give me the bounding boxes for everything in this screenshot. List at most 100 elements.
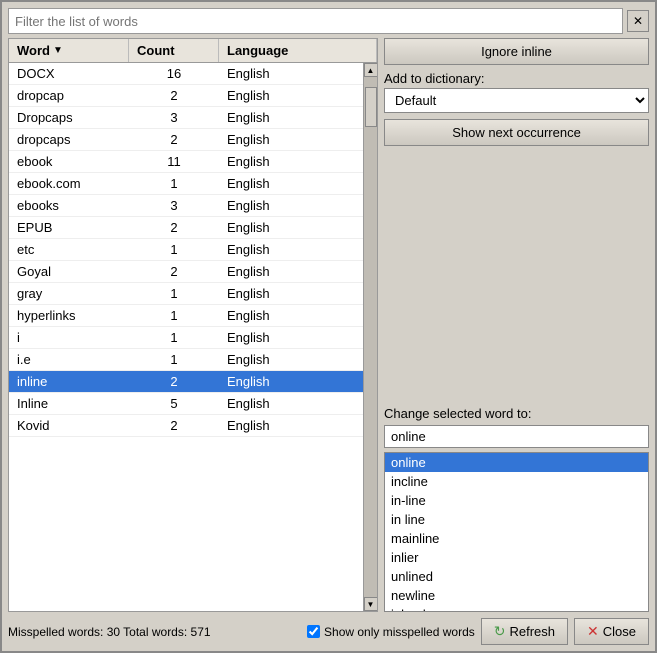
th-language[interactable]: Language (219, 39, 377, 62)
table-row[interactable]: dropcap 2 English (9, 85, 363, 107)
scrollbar[interactable]: ▲ ▼ (363, 63, 377, 611)
cell-word: ebook (9, 151, 129, 172)
cell-language: English (219, 195, 363, 216)
cell-count: 3 (129, 107, 219, 128)
cell-word: gray (9, 283, 129, 304)
table-row[interactable]: Inline 5 English (9, 393, 363, 415)
change-word-input[interactable] (384, 425, 649, 448)
cell-word: i (9, 327, 129, 348)
close-icon: ✕ (587, 623, 599, 640)
table-row[interactable]: dropcaps 2 English (9, 129, 363, 151)
cell-word: dropcap (9, 85, 129, 106)
cell-word: Kovid (9, 415, 129, 436)
add-to-dict-label: Add to dictionary: (384, 71, 649, 86)
show-next-occurrence-button[interactable]: Show next occurrence (384, 119, 649, 146)
table-row[interactable]: ebook 11 English (9, 151, 363, 173)
scroll-up-button[interactable]: ▲ (364, 63, 378, 77)
cell-language: English (219, 283, 363, 304)
cell-language: English (219, 371, 363, 392)
table-row[interactable]: i.e 1 English (9, 349, 363, 371)
filter-bar: ✕ (8, 8, 649, 34)
cell-word: dropcaps (9, 129, 129, 150)
cell-word: inline (9, 371, 129, 392)
cell-language: English (219, 327, 363, 348)
main-area: Word ▼ Count Language DOCX 16 English dr… (8, 38, 649, 612)
cell-count: 11 (129, 151, 219, 172)
suggestion-item[interactable]: newline (385, 586, 648, 605)
cell-count: 1 (129, 283, 219, 304)
cell-count: 2 (129, 261, 219, 282)
cell-word: Inline (9, 393, 129, 414)
cell-language: English (219, 415, 363, 436)
cell-count: 2 (129, 217, 219, 238)
cell-count: 1 (129, 305, 219, 326)
cell-language: English (219, 63, 363, 84)
cell-word: hyperlinks (9, 305, 129, 326)
cell-word: DOCX (9, 63, 129, 84)
scroll-down-button[interactable]: ▼ (364, 597, 378, 611)
suggestion-item[interactable]: incline (385, 472, 648, 491)
clear-filter-button[interactable]: ✕ (627, 10, 649, 32)
cell-language: English (219, 173, 363, 194)
filter-input[interactable] (8, 8, 623, 34)
cell-word: Dropcaps (9, 107, 129, 128)
suggestion-item[interactable]: mainline (385, 529, 648, 548)
cell-word: ebook.com (9, 173, 129, 194)
close-button[interactable]: ✕ Close (574, 618, 649, 645)
table-body[interactable]: DOCX 16 English dropcap 2 English Dropca… (9, 63, 363, 611)
cell-language: English (219, 349, 363, 370)
table-row[interactable]: Dropcaps 3 English (9, 107, 363, 129)
cell-count: 1 (129, 239, 219, 260)
scroll-track[interactable] (364, 77, 378, 597)
cell-word: i.e (9, 349, 129, 370)
refresh-icon: ↻ (494, 623, 506, 640)
th-count[interactable]: Count (129, 39, 219, 62)
suggestion-item[interactable]: inlier (385, 548, 648, 567)
table-row[interactable]: DOCX 16 English (9, 63, 363, 85)
show-misspelled-checkbox[interactable] (307, 625, 320, 638)
table-row[interactable]: inline 2 English (9, 371, 363, 393)
ignore-inline-button[interactable]: Ignore inline (384, 38, 649, 65)
suggestion-item[interactable]: unlined (385, 567, 648, 586)
table-row[interactable]: hyperlinks 1 English (9, 305, 363, 327)
table-row[interactable]: i 1 English (9, 327, 363, 349)
table-row[interactable]: ebooks 3 English (9, 195, 363, 217)
cell-count: 1 (129, 327, 219, 348)
table-scroll-area: DOCX 16 English dropcap 2 English Dropca… (9, 63, 377, 611)
cell-language: English (219, 261, 363, 282)
suggestions-list[interactable]: onlineinclinein-linein linemainlineinlie… (384, 452, 649, 612)
table-row[interactable]: Kovid 2 English (9, 415, 363, 437)
suggestion-item[interactable]: in-line (385, 491, 648, 510)
cell-language: English (219, 151, 363, 172)
table-row[interactable]: ebook.com 1 English (9, 173, 363, 195)
change-label: Change selected word to: (384, 406, 649, 421)
th-word[interactable]: Word ▼ (9, 39, 129, 62)
cell-count: 16 (129, 63, 219, 84)
table-row[interactable]: EPUB 2 English (9, 217, 363, 239)
cell-word: etc (9, 239, 129, 260)
table-row[interactable]: etc 1 English (9, 239, 363, 261)
cell-language: English (219, 217, 363, 238)
bottom-bar: Misspelled words: 30 Total words: 571 Sh… (8, 616, 649, 645)
show-misspelled-label[interactable]: Show only misspelled words (307, 625, 475, 639)
suggestion-item[interactable]: online (385, 453, 648, 472)
cell-count: 1 (129, 173, 219, 194)
table-row[interactable]: gray 1 English (9, 283, 363, 305)
refresh-button[interactable]: ↻ Refresh (481, 618, 568, 645)
cell-language: English (219, 393, 363, 414)
cell-language: English (219, 239, 363, 260)
table-header: Word ▼ Count Language (9, 39, 377, 63)
cell-count: 2 (129, 371, 219, 392)
suggestion-item[interactable]: in line (385, 510, 648, 529)
scroll-thumb[interactable] (365, 87, 377, 127)
dictionary-select[interactable]: Default (384, 88, 649, 113)
suggestion-item[interactable]: inland (385, 605, 648, 612)
sort-arrow-word: ▼ (53, 45, 63, 56)
word-list-panel: Word ▼ Count Language DOCX 16 English dr… (8, 38, 378, 612)
table-row[interactable]: Goyal 2 English (9, 261, 363, 283)
cell-word: Goyal (9, 261, 129, 282)
status-text: Misspelled words: 30 Total words: 571 (8, 625, 301, 639)
cell-language: English (219, 107, 363, 128)
footer-buttons: ↻ Refresh ✕ Close (481, 618, 649, 645)
cell-count: 3 (129, 195, 219, 216)
